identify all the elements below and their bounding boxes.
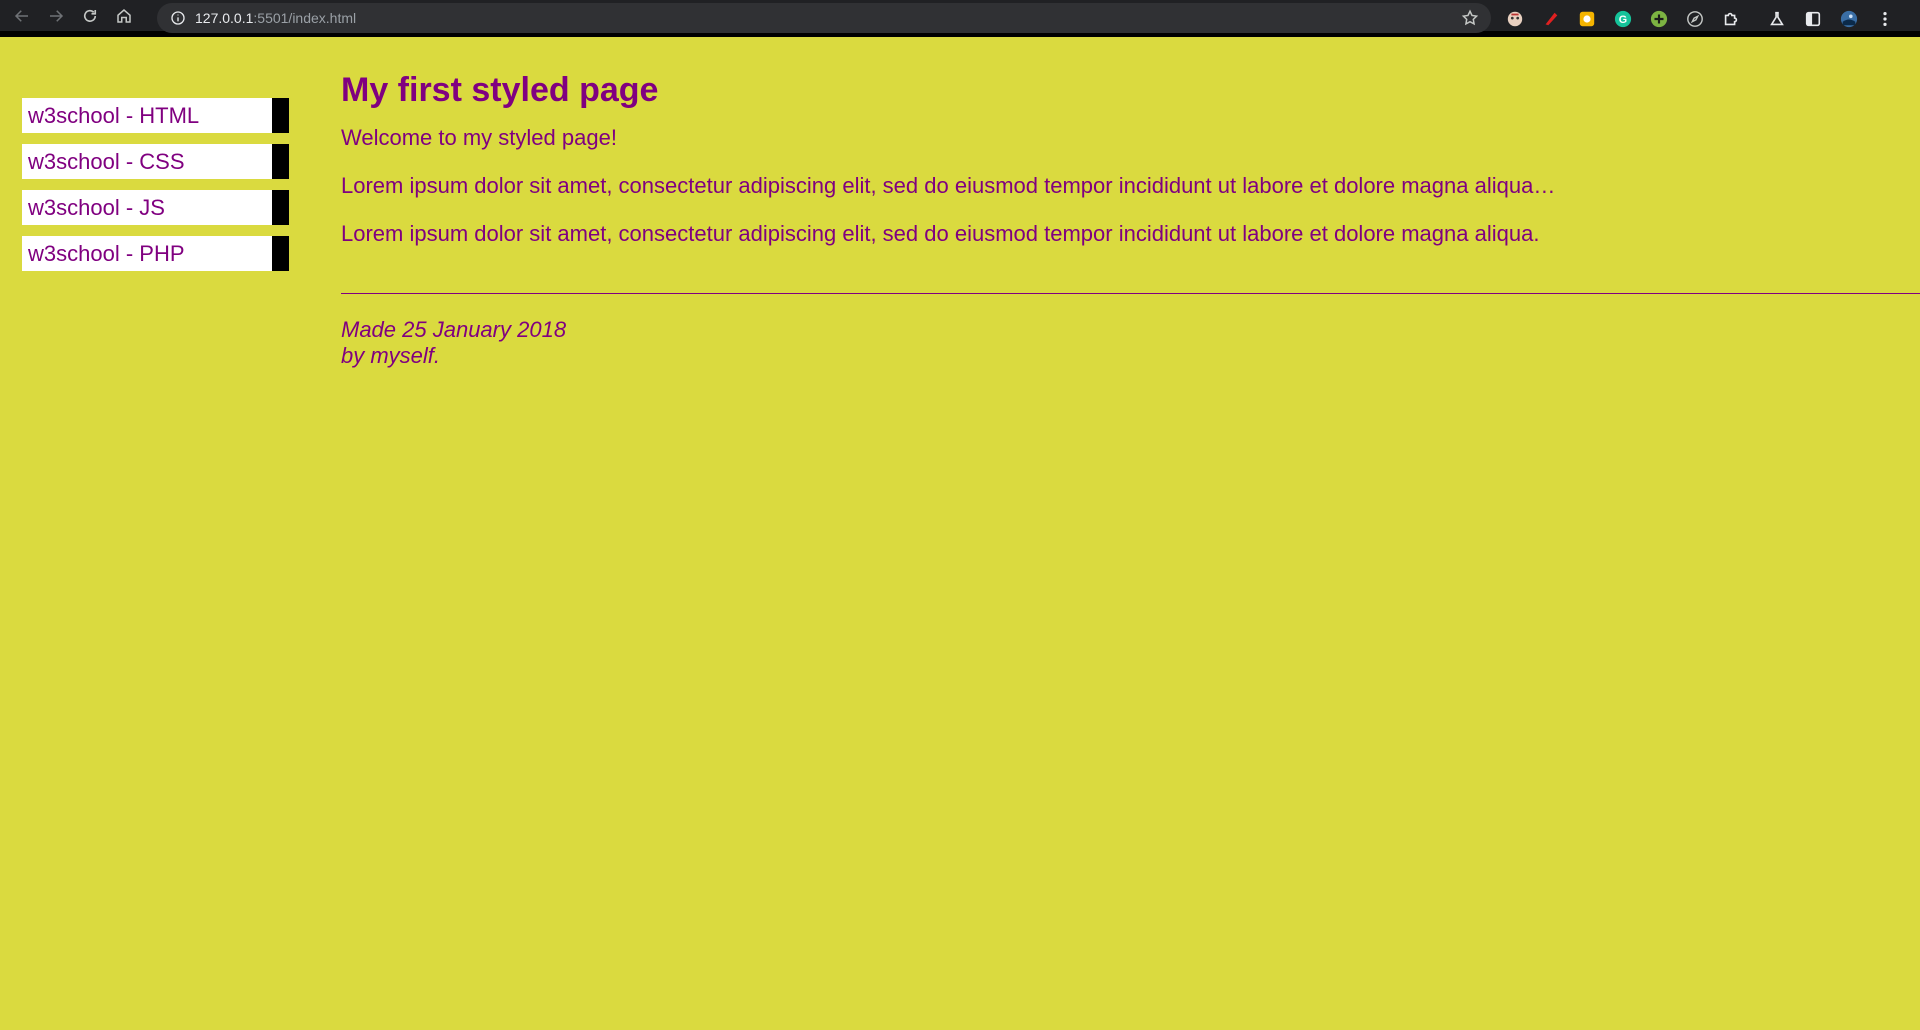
home-icon[interactable] [112,4,136,28]
divider [341,293,1920,294]
menu-kebab-icon[interactable] [1875,9,1895,29]
url-path: :5501/index.html [253,10,357,26]
back-icon[interactable] [10,4,34,28]
page-body: w3school - HTML w3school - CSS w3school … [0,43,1920,1030]
sidebar-item-bar [272,190,289,225]
paragraph-1: Lorem ipsum dolor sit amet, consectetur … [341,173,1556,198]
sidebar-item-php[interactable]: w3school - PHP [22,236,289,271]
paragraph-2: Lorem ipsum dolor sit amet, consectetur … [341,221,1540,246]
info-icon[interactable] [163,10,193,26]
ext-grammarly-icon[interactable]: G [1613,9,1633,29]
sidebar-item-js[interactable]: w3school - JS [22,190,289,225]
page-title: My first styled page [341,71,659,109]
extensions-area: G [1505,7,1911,31]
ext-green-plus-icon[interactable] [1649,9,1669,29]
ext-face-icon[interactable] [1505,9,1525,29]
footer-address: Made 25 January 2018 by myself. [341,317,1920,369]
address-bar[interactable]: 127.0.0.1:5501/index.html [157,3,1491,33]
main-content: My first styled page Welcome to my style… [341,71,1920,369]
footer-author: by myself. [341,343,441,368]
forward-icon[interactable] [44,4,68,28]
sidebar-item-bar [272,144,289,179]
star-icon[interactable] [1461,9,1479,32]
sidebar-nav: w3school - HTML w3school - CSS w3school … [22,98,289,282]
browser-toolbar: 127.0.0.1:5501/index.html G [0,0,1920,37]
sidebar-item-css[interactable]: w3school - CSS [22,144,289,179]
sidebar-item-bar [272,98,289,133]
welcome-text: Welcome to my styled page! [341,125,617,150]
reload-icon[interactable] [78,4,102,28]
sidebar-item-label[interactable]: w3school - CSS [22,144,272,179]
side-panel-icon[interactable] [1803,9,1823,29]
extensions-puzzle-icon[interactable] [1721,9,1741,29]
sidebar-item-label[interactable]: w3school - PHP [22,236,272,271]
sidebar-item-bar [272,236,289,271]
profile-avatar-icon[interactable] [1839,9,1859,29]
ext-yellow-icon[interactable] [1577,9,1597,29]
sidebar-item-label[interactable]: w3school - JS [22,190,272,225]
sidebar-item-html[interactable]: w3school - HTML [22,98,289,133]
ext-red-icon[interactable] [1541,9,1561,29]
footer-made-date: Made 25 January 2018 [341,317,567,342]
ext-compass-icon[interactable] [1685,9,1705,29]
url-host: 127.0.0.1 [195,10,254,26]
url-text[interactable]: 127.0.0.1:5501/index.html [195,10,356,26]
sidebar-item-label[interactable]: w3school - HTML [22,98,272,133]
labs-flask-icon[interactable] [1767,9,1787,29]
svg-text:G: G [1619,14,1627,26]
